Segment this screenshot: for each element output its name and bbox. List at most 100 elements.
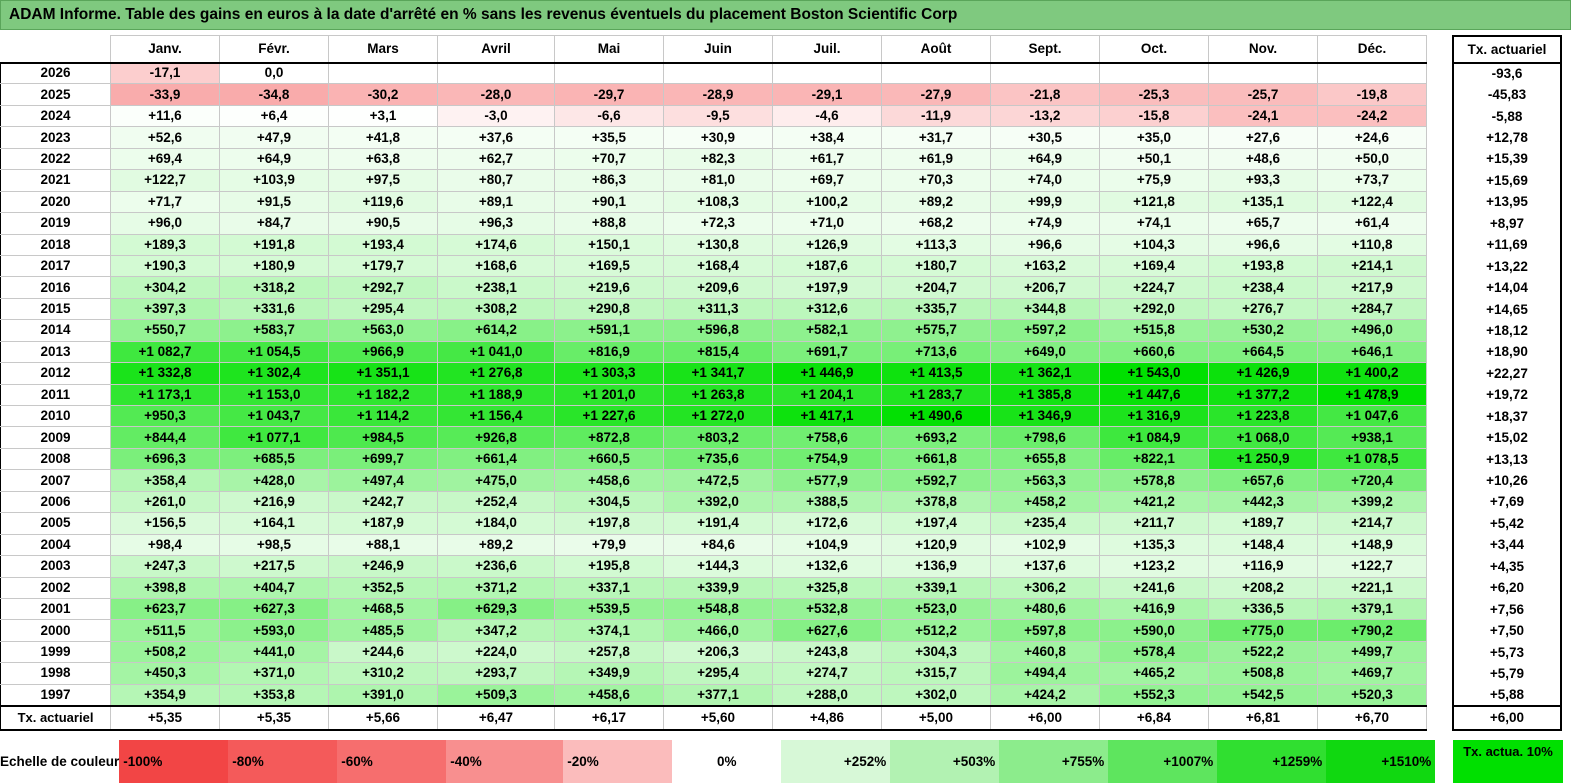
tx-actuariel-month-cell: +5,35 [219,705,329,731]
gain-cell: +93,3 [1208,169,1318,192]
gain-cell: +122,4 [1317,190,1427,214]
gain-cell: +577,9 [772,469,882,492]
tx-actuariel-cell: +11,69 [1452,234,1562,256]
gain-cell: +221,1 [1317,576,1427,599]
header-corner [0,35,111,64]
tx-actuariel-month-cell: +6,70 [1317,705,1427,731]
gain-cell: -25,7 [1208,83,1318,106]
gain-cell: +391,0 [328,683,438,707]
gain-cell: -15,8 [1099,104,1209,128]
gain-cell: +214,7 [1317,512,1427,535]
table-row: 2018 +189,3 +191,8 +193,4 +174,6 +150,1 +130,8… [0,233,1427,256]
gain-cell: +6,4 [219,104,329,128]
gain-cell: +306,2 [990,576,1100,599]
gain-cell: +592,7 [881,469,991,492]
gain-cell: +657,6 [1208,469,1318,492]
gain-cell: +388,5 [772,490,882,514]
gain-cell: +113,3 [881,233,991,256]
tx-actuariel-cell: +15,02 [1452,427,1562,449]
tx-actuariel-cell: +7,50 [1452,620,1562,642]
gain-cell: +62,7 [437,147,555,171]
gain-cell: +354,9 [110,683,220,707]
gain-cell: +713,6 [881,340,991,364]
gain-cell: +416,9 [1099,597,1209,621]
gain-cell: -6,6 [554,104,664,128]
tx-row: +8,97 [1452,213,1562,235]
tx-actuariel-month-cell: +5,66 [328,705,438,731]
gain-cell: +590,0 [1099,619,1209,642]
gain-cell: +97,5 [328,169,438,192]
gain-cell: +349,9 [554,662,664,685]
tx-row: +7,69 [1452,491,1562,514]
gain-cell: +235,4 [990,512,1100,535]
year-cell: 2000 [0,619,111,642]
year-cell: 2011 [0,383,111,407]
gain-cell: +191,4 [663,512,773,535]
gain-cell: +96,6 [990,233,1100,256]
gain-cell: -11,9 [881,104,991,128]
gain-cell: +1 223,8 [1208,404,1318,428]
gain-cell: +550,7 [110,319,220,342]
legend-step: -100% [119,740,229,783]
gain-cell: +293,7 [437,662,555,685]
gain-cell [663,61,773,85]
tx-actuariel-cell: +18,37 [1452,406,1562,428]
gain-cell: +1 182,2 [328,383,438,407]
gain-cell: +180,9 [219,254,329,278]
gain-cell: -28,0 [437,83,555,106]
gain-cell: +522,2 [1208,640,1318,664]
gain-cell: +89,2 [881,190,991,214]
gain-cell: +485,5 [328,619,438,642]
month-header: Mai [554,35,664,64]
gain-cell: +1 447,6 [1099,383,1209,407]
gain-cell: +468,5 [328,597,438,621]
gain-cell: +758,6 [772,426,882,449]
gain-cell: +378,8 [881,490,991,514]
gain-cell: +295,4 [663,662,773,685]
gain-cell: +310,2 [328,662,438,685]
tx-actuariel-cell: +15,39 [1452,148,1562,171]
gain-cell: +308,2 [437,297,555,321]
tx-actuariel-month-cell: +5,00 [881,705,991,731]
gain-cell: +64,9 [219,147,329,171]
tx-actuariel-cell: +5,73 [1452,641,1562,664]
tx-actuariel-cell: +10,26 [1452,470,1562,492]
gain-cell: +696,3 [110,447,220,471]
year-cell: 2009 [0,426,111,449]
year-cell: 1997 [0,683,111,707]
year-cell: 2001 [0,597,111,621]
gain-cell [1099,61,1209,85]
month-header: Mars [328,35,438,64]
gain-cell: +404,7 [219,576,329,599]
gain-cell: +312,6 [772,297,882,321]
gain-cell: +442,3 [1208,490,1318,514]
gain-cell: +252,4 [437,490,555,514]
gain-cell: +627,3 [219,597,329,621]
gain-cell: +325,8 [772,576,882,599]
tx-row: +10,26 [1452,470,1562,492]
gain-cell: -34,8 [219,83,329,106]
tx-actuariel-header: Tx. actuariel [1452,35,1562,64]
gain-cell: +206,7 [990,276,1100,299]
gain-cell: +1 084,9 [1099,426,1209,449]
tx-actuariel-cell: +7,56 [1452,598,1562,621]
gain-cell: +578,8 [1099,469,1209,492]
gain-cell: +217,5 [219,555,329,578]
gain-cell: +74,0 [990,169,1100,192]
gain-cell: +803,2 [663,426,773,449]
gain-cell: +1 188,9 [437,383,555,407]
gain-cell: +27,6 [1208,126,1318,149]
tx-actuariel-month-cell: +6,47 [437,705,555,731]
gain-cell: +209,6 [663,276,773,299]
gain-cell: +563,0 [328,319,438,342]
gain-cell: +292,7 [328,276,438,299]
tx-actuariel-cell: +6,20 [1452,577,1562,599]
gain-cell: +397,3 [110,297,220,321]
gain-cell: +966,9 [328,340,438,364]
tx-row: +5,79 [1452,663,1562,685]
tx-actuariel-total-row: +6,00 [1452,705,1562,732]
tx-actuariel-month-cell: +6,81 [1208,705,1318,731]
tx-row: +4,35 [1452,556,1562,578]
gain-cell: +509,3 [437,683,555,707]
tx-row: +3,44 [1452,534,1562,557]
